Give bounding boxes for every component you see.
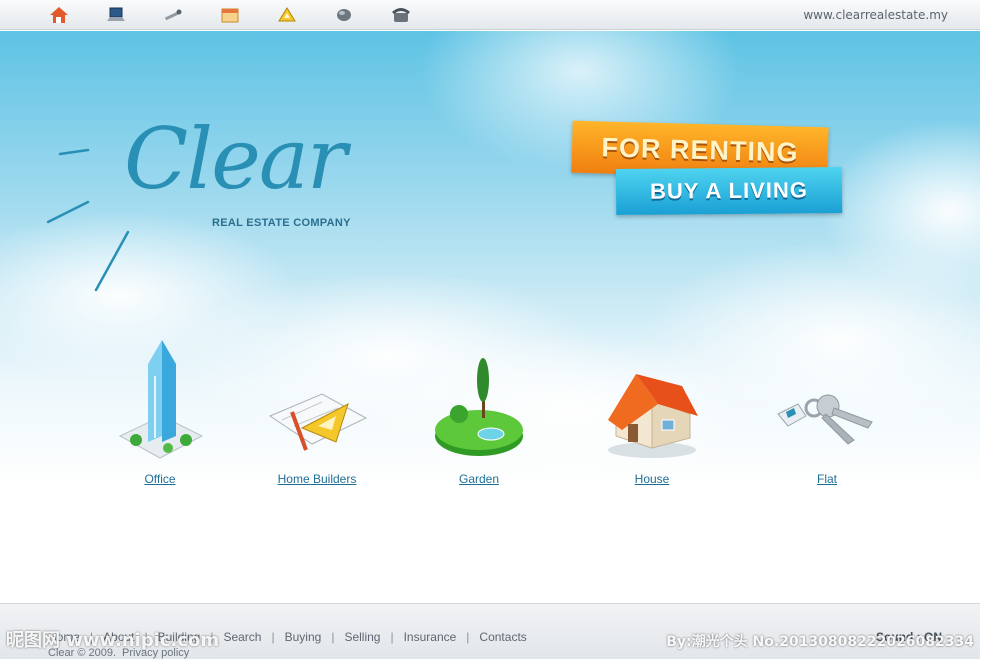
office-building-icon[interactable]: [95, 330, 225, 460]
ruler-triangle-icon[interactable]: [258, 4, 315, 26]
keys-icon[interactable]: [762, 330, 892, 460]
site-url: www.clearrealestate.my: [803, 8, 948, 22]
category-garden: Garden: [414, 330, 544, 488]
house-icon[interactable]: [587, 330, 717, 460]
category-office-link[interactable]: Office: [144, 472, 175, 486]
footer-link-contacts[interactable]: Contacts: [479, 630, 526, 644]
phone-icon[interactable]: [372, 4, 429, 26]
calendar-icon[interactable]: [201, 4, 258, 26]
logo-subtitle: REAL ESTATE COMPANY: [212, 217, 351, 229]
category-home-builders: Home Builders: [252, 330, 382, 488]
footer-link-buying[interactable]: Buying: [285, 630, 322, 644]
top-icon-bar: [30, 4, 429, 26]
category-house-link[interactable]: House: [635, 472, 670, 486]
category-house: House: [587, 330, 717, 488]
footer-link-selling[interactable]: Selling: [344, 630, 380, 644]
logo-wordmark: Clear: [124, 110, 347, 208]
category-flat: Flat: [762, 330, 892, 488]
category-garden-link[interactable]: Garden: [459, 472, 499, 486]
blueprint-icon[interactable]: [252, 330, 382, 460]
watermark-left: 昵图网 www.nipic.com: [6, 630, 220, 651]
footer-link-search[interactable]: Search: [223, 630, 261, 644]
laptop-icon[interactable]: [87, 4, 144, 26]
footer-link-insurance[interactable]: Insurance: [404, 630, 457, 644]
buy-a-living-banner[interactable]: BUY A LIVING: [615, 167, 843, 215]
category-home-builders-link[interactable]: Home Builders: [278, 472, 357, 486]
watermark-right: By:潮光个头 No.20130808222026082334: [666, 634, 974, 650]
clear-logo[interactable]: Clear REAL ESTATE COMPANY: [40, 110, 360, 300]
top-bar: www.clearrealestate.my: [0, 0, 980, 30]
category-flat-link[interactable]: Flat: [817, 472, 837, 486]
tools-icon[interactable]: [144, 4, 201, 26]
garden-icon[interactable]: [414, 330, 544, 460]
globe-icon[interactable]: [315, 4, 372, 26]
category-office: Office: [95, 330, 225, 488]
home-icon[interactable]: [30, 4, 87, 26]
